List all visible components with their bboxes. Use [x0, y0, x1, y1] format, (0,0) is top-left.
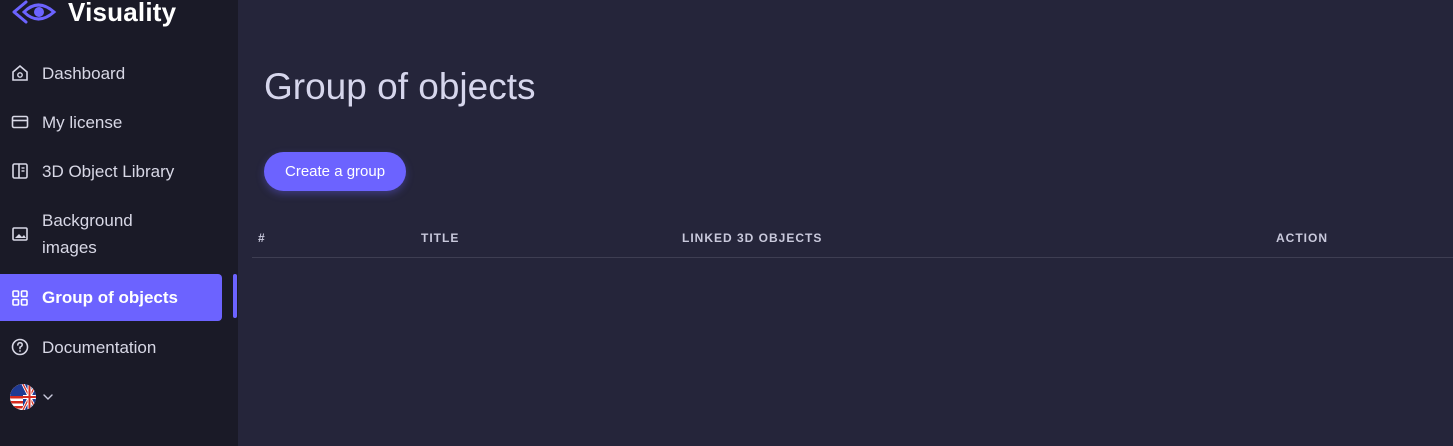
language-selector[interactable]	[10, 384, 54, 410]
column-header-action[interactable]: ACTION	[1276, 231, 1328, 245]
image-icon	[10, 224, 30, 244]
sidebar-item-group-of-objects[interactable]: Group of objects	[0, 274, 222, 321]
create-group-button[interactable]: Create a group	[264, 152, 407, 191]
page-title: Group of objects	[264, 66, 536, 107]
active-indicator	[233, 274, 237, 318]
sidebar-item-label: 3D Object Library	[42, 161, 175, 181]
book-icon	[10, 161, 30, 181]
app-window: Visuality Dashboard My license 3D Object	[0, 0, 1453, 446]
credit-card-icon	[10, 112, 30, 132]
sidebar-item-3d-object-library[interactable]: 3D Object Library	[0, 156, 222, 186]
grid-icon	[10, 288, 30, 308]
table-header: # TITLE LINKED 3D OBJECTS ACTION	[252, 222, 1453, 258]
sidebar-item-background-images[interactable]: Background images	[0, 206, 222, 262]
sidebar-item-label: Background images	[42, 211, 133, 257]
uk-us-flag-icon	[10, 384, 36, 410]
sidebar-item-label: Dashboard	[42, 63, 126, 83]
help-circle-icon	[10, 337, 30, 357]
chevron-down-icon[interactable]	[42, 391, 54, 403]
home-icon	[10, 63, 30, 83]
main-content: Group of objects Create a group # TITLE …	[238, 0, 1453, 446]
sidebar: Visuality Dashboard My license 3D Object	[0, 0, 238, 446]
sidebar-item-label: My license	[42, 112, 123, 132]
sidebar-item-documentation[interactable]: Documentation	[0, 332, 222, 362]
brand-name: Visuality	[68, 0, 177, 27]
sidebar-item-label: Documentation	[42, 337, 157, 357]
sidebar-item-my-license[interactable]: My license	[0, 107, 222, 137]
brand-logo[interactable]: Visuality	[10, 0, 176, 32]
sidebar-item-label: Group of objects	[42, 288, 178, 307]
column-header-title[interactable]: TITLE	[421, 231, 459, 245]
groups-table: # TITLE LINKED 3D OBJECTS ACTION	[252, 222, 1453, 258]
sidebar-item-dashboard[interactable]: Dashboard	[0, 58, 222, 88]
eye-logo-icon	[10, 0, 62, 26]
column-header-number[interactable]: #	[258, 231, 266, 245]
column-header-linked-3d-objects[interactable]: LINKED 3D OBJECTS	[682, 231, 822, 245]
